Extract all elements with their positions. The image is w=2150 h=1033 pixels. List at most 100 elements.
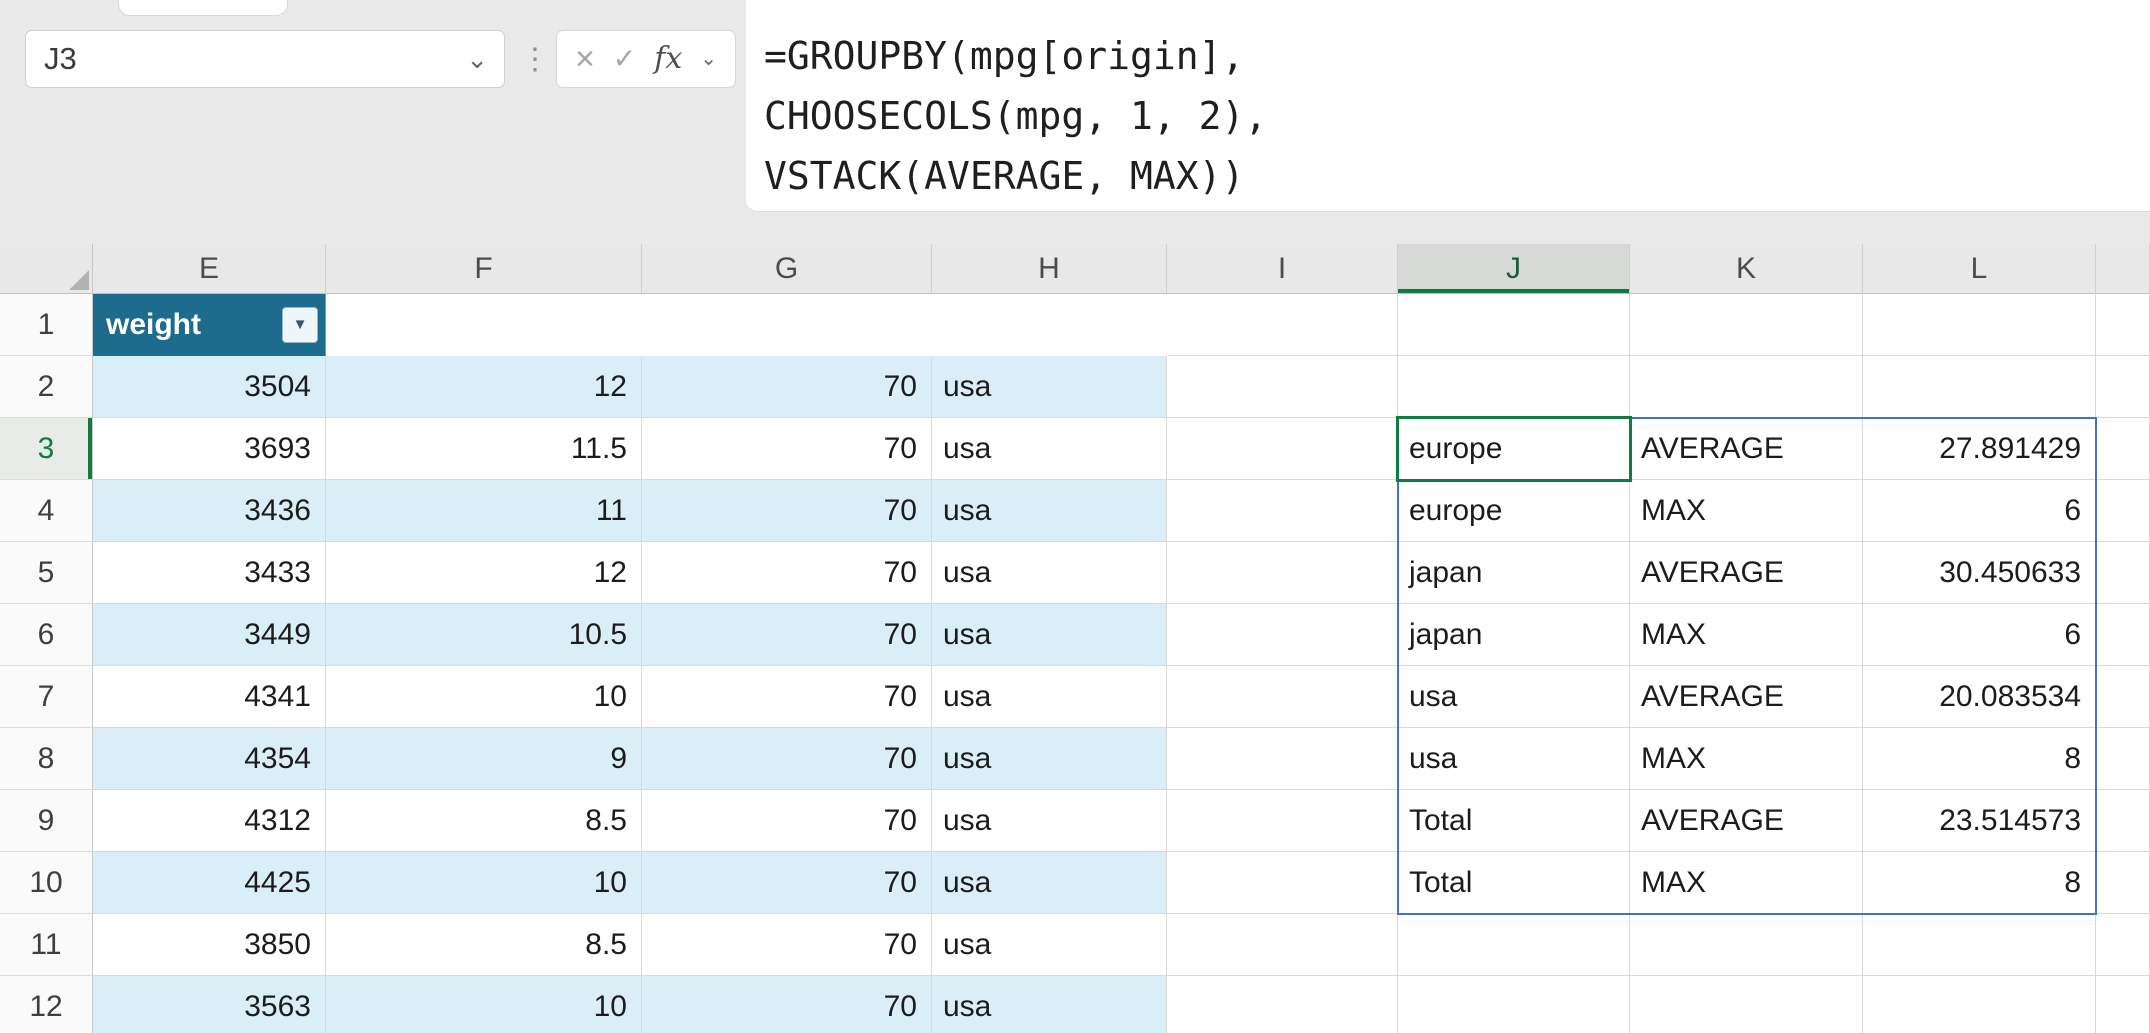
cell-K10[interactable]: MAX [1630, 852, 1863, 914]
cell-M2[interactable] [2096, 356, 2150, 418]
column-header-K[interactable]: K [1630, 244, 1863, 294]
cell-E5[interactable]: 3433 [93, 542, 326, 604]
cell-L10[interactable]: 8 [1863, 852, 2096, 914]
cell-J6[interactable]: japan [1398, 604, 1630, 666]
cell-F11[interactable]: 8.5 [326, 914, 642, 976]
cell-J7[interactable]: usa [1398, 666, 1630, 728]
cell-M1[interactable] [2096, 294, 2150, 356]
cell-I3[interactable] [1167, 418, 1398, 480]
cell-H9[interactable]: usa [932, 790, 1167, 852]
cell-M7[interactable] [2096, 666, 2150, 728]
cell-L8[interactable]: 8 [1863, 728, 2096, 790]
cell-G7[interactable]: 70 [642, 666, 932, 728]
cell-F4[interactable]: 11 [326, 480, 642, 542]
name-box[interactable]: J3 ⌄ [25, 30, 505, 88]
cell-F6[interactable]: 10.5 [326, 604, 642, 666]
cell-L9[interactable]: 23.514573 [1863, 790, 2096, 852]
cell-M4[interactable] [2096, 480, 2150, 542]
cell-H5[interactable]: usa [932, 542, 1167, 604]
row-header-8[interactable]: 8 [0, 728, 93, 790]
cell-F3[interactable]: 11.5 [326, 418, 642, 480]
cell-H2[interactable]: usa [932, 356, 1167, 418]
cell-E9[interactable]: 4312 [93, 790, 326, 852]
cell-K7[interactable]: AVERAGE [1630, 666, 1863, 728]
row-header-11[interactable]: 11 [0, 914, 93, 976]
cell-I5[interactable] [1167, 542, 1398, 604]
cell-J11[interactable] [1398, 914, 1630, 976]
cell-I7[interactable] [1167, 666, 1398, 728]
row-header-10[interactable]: 10 [0, 852, 93, 914]
cell-J2[interactable] [1398, 356, 1630, 418]
cell-L4[interactable]: 6 [1863, 480, 2096, 542]
row-header-2[interactable]: 2 [0, 356, 93, 418]
cell-K6[interactable]: MAX [1630, 604, 1863, 666]
cell-H4[interactable]: usa [932, 480, 1167, 542]
cell-K1[interactable] [1630, 294, 1863, 356]
row-header-12[interactable]: 12 [0, 976, 93, 1033]
cell-M10[interactable] [2096, 852, 2150, 914]
cell-H3[interactable]: usa [932, 418, 1167, 480]
cell-K9[interactable]: AVERAGE [1630, 790, 1863, 852]
cell-J9[interactable]: Total [1398, 790, 1630, 852]
cell-E1[interactable]: weight▼ [93, 294, 326, 356]
cell-J12[interactable] [1398, 976, 1630, 1033]
cell-M6[interactable] [2096, 604, 2150, 666]
cell-E11[interactable]: 3850 [93, 914, 326, 976]
cell-E10[interactable]: 4425 [93, 852, 326, 914]
cell-F10[interactable]: 10 [326, 852, 642, 914]
cell-G2[interactable]: 70 [642, 356, 932, 418]
cell-H7[interactable]: usa [932, 666, 1167, 728]
chevron-down-icon[interactable]: ⌄ [700, 49, 717, 69]
more-options-icon[interactable]: ⋮ [518, 30, 552, 88]
confirm-icon[interactable]: ✓ [613, 45, 636, 73]
cell-M3[interactable] [2096, 418, 2150, 480]
cell-H10[interactable]: usa [932, 852, 1167, 914]
cell-H6[interactable]: usa [932, 604, 1167, 666]
formula-bar[interactable]: =GROUPBY(mpg[origin], CHOOSECOLS(mpg, 1,… [746, 0, 2150, 212]
cell-E6[interactable]: 3449 [93, 604, 326, 666]
column-header-I[interactable]: I [1167, 244, 1398, 294]
select-all-corner[interactable] [0, 244, 93, 294]
row-header-9[interactable]: 9 [0, 790, 93, 852]
cell-E12[interactable]: 3563 [93, 976, 326, 1033]
cell-I4[interactable] [1167, 480, 1398, 542]
cell-J8[interactable]: usa [1398, 728, 1630, 790]
cell-J4[interactable]: europe [1398, 480, 1630, 542]
cell-J5[interactable]: japan [1398, 542, 1630, 604]
cell-I8[interactable] [1167, 728, 1398, 790]
cell-G5[interactable]: 70 [642, 542, 932, 604]
cell-I2[interactable] [1167, 356, 1398, 418]
row-header-1[interactable]: 1 [0, 294, 93, 356]
cell-K4[interactable]: MAX [1630, 480, 1863, 542]
row-header-6[interactable]: 6 [0, 604, 93, 666]
cell-M5[interactable] [2096, 542, 2150, 604]
insert-function-icon[interactable]: fx [654, 44, 682, 74]
row-header-3[interactable]: 3 [0, 418, 93, 480]
cell-L12[interactable] [1863, 976, 2096, 1033]
cell-M9[interactable] [2096, 790, 2150, 852]
cell-K12[interactable] [1630, 976, 1863, 1033]
cell-I6[interactable] [1167, 604, 1398, 666]
row-header-7[interactable]: 7 [0, 666, 93, 728]
cell-L11[interactable] [1863, 914, 2096, 976]
cell-J10[interactable]: Total [1398, 852, 1630, 914]
cell-L7[interactable]: 20.083534 [1863, 666, 2096, 728]
cell-K5[interactable]: AVERAGE [1630, 542, 1863, 604]
cell-K11[interactable] [1630, 914, 1863, 976]
cell-K2[interactable] [1630, 356, 1863, 418]
cell-M12[interactable] [2096, 976, 2150, 1033]
cell-E3[interactable]: 3693 [93, 418, 326, 480]
column-header-G[interactable]: G [642, 244, 932, 294]
cell-G8[interactable]: 70 [642, 728, 932, 790]
cell-G6[interactable]: 70 [642, 604, 932, 666]
cell-I11[interactable] [1167, 914, 1398, 976]
cell-G11[interactable]: 70 [642, 914, 932, 976]
cell-E8[interactable]: 4354 [93, 728, 326, 790]
cell-H8[interactable]: usa [932, 728, 1167, 790]
column-header-L[interactable]: L [1863, 244, 2096, 294]
cell-I12[interactable] [1167, 976, 1398, 1033]
cell-H11[interactable]: usa [932, 914, 1167, 976]
cell-G9[interactable]: 70 [642, 790, 932, 852]
cell-L2[interactable] [1863, 356, 2096, 418]
cell-J1[interactable] [1398, 294, 1630, 356]
